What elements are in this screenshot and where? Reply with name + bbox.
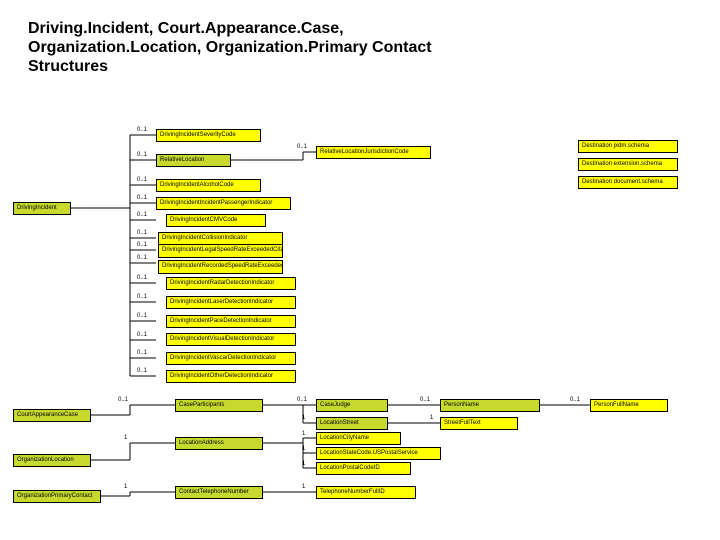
card: 0..1 <box>137 212 147 218</box>
node-street-full-text: StreetFullText <box>440 417 518 430</box>
node-location-city-name: LocationCityName <box>316 432 401 445</box>
node-person-full-name: PersonFullName <box>590 399 668 412</box>
card: 0..1 <box>420 397 430 403</box>
node-case-participants: CaseParticipants <box>175 399 263 412</box>
node-passenger-indicator: DrivingIncidentIncidentPassengerIndicato… <box>156 197 291 210</box>
card: 1 <box>302 415 305 421</box>
card: 0..1 <box>137 275 147 281</box>
node-organization-primary-contact: OrganizationPrimaryContact <box>13 490 101 503</box>
node-case-judge: CaseJudge <box>316 399 388 412</box>
card: 0..1 <box>297 144 307 150</box>
card: 1 <box>430 415 433 421</box>
node-collision-indicator: DrivingIncidentCollisionIndicator <box>158 232 283 245</box>
node-driving-incident: DrivingIncident <box>13 202 71 215</box>
card: 0..1 <box>137 368 147 374</box>
node-destination-extension: Destination extension.schema <box>578 158 678 171</box>
node-destination-jxdm: Destination jxdm.schema <box>578 140 678 153</box>
node-severity-code: DrivingIncidentSeverityCode <box>156 129 261 142</box>
card: 0..1 <box>137 242 147 248</box>
card: 0..1 <box>137 313 147 319</box>
card: 0..1 <box>137 177 147 183</box>
node-vascar-indicator: DrivingIncidentVascarDetectionIndicator <box>166 352 296 365</box>
node-location-address: LocationAddress <box>175 437 263 450</box>
node-visual-indicator: DrivingIncidentVisualDetectionIndicator <box>166 333 296 346</box>
card: 0..1 <box>137 332 147 338</box>
card: 1 <box>124 484 127 490</box>
card: 0..1 <box>137 127 147 133</box>
node-relative-location: RelativeLocation <box>156 154 231 167</box>
node-location-street: LocationStreet <box>316 417 388 430</box>
card: 0..1 <box>137 255 147 261</box>
node-other-indicator: DrivingIncidentOtherDetectionIndicator <box>166 370 296 383</box>
node-radar-indicator: DrivingIncidentRadarDetectionIndicator <box>166 277 296 290</box>
node-location-postal-code: LocationPostalCodeID <box>316 462 411 475</box>
card: 0..1 <box>118 397 128 403</box>
card: 1 <box>124 435 127 441</box>
card: 0..1 <box>137 195 147 201</box>
node-legal-speed: DrivingIncidentLegalSpeedRateExceededCit… <box>158 244 283 258</box>
card: 0..1 <box>137 350 147 356</box>
node-pace-indicator: DrivingIncidentPaceDetectionIndicator <box>166 315 296 328</box>
node-telephone-full: TelephoneNumberFullID <box>316 486 416 499</box>
card: 0..1 <box>297 397 307 403</box>
card: 1 <box>302 446 305 452</box>
node-laser-indicator: DrivingIncidentLaserDetectionIndicator <box>166 296 296 309</box>
card: 0..1 <box>137 152 147 158</box>
card: 1 <box>302 484 305 490</box>
node-contact-telephone: ContactTelephoneNumber <box>175 486 263 499</box>
node-destination-document: Destination document.schema <box>578 176 678 189</box>
node-alcohol-code: DrivingIncidentAlcoholCode <box>156 179 261 192</box>
node-relative-location-jurisdiction-code: RelativeLocationJurisdictionCode <box>316 146 431 159</box>
card: 1 <box>302 461 305 467</box>
node-court-appearance-case: CourtAppearanceCase <box>13 409 91 422</box>
card: 0..1 <box>137 294 147 300</box>
node-location-state-code: LocationStateCode.USPostalService <box>316 447 441 460</box>
node-recorded-speed: DrivingIncidentRecordedSpeedRateExceeded… <box>158 260 283 274</box>
card: 1 <box>302 431 305 437</box>
node-cmv-code: DrivingIncidentCMVCode <box>166 214 266 227</box>
node-organization-location: OrganizationLocation <box>13 454 91 467</box>
card: 0..1 <box>137 230 147 236</box>
node-person-name: PersonName <box>440 399 540 412</box>
card: 0..1 <box>570 397 580 403</box>
